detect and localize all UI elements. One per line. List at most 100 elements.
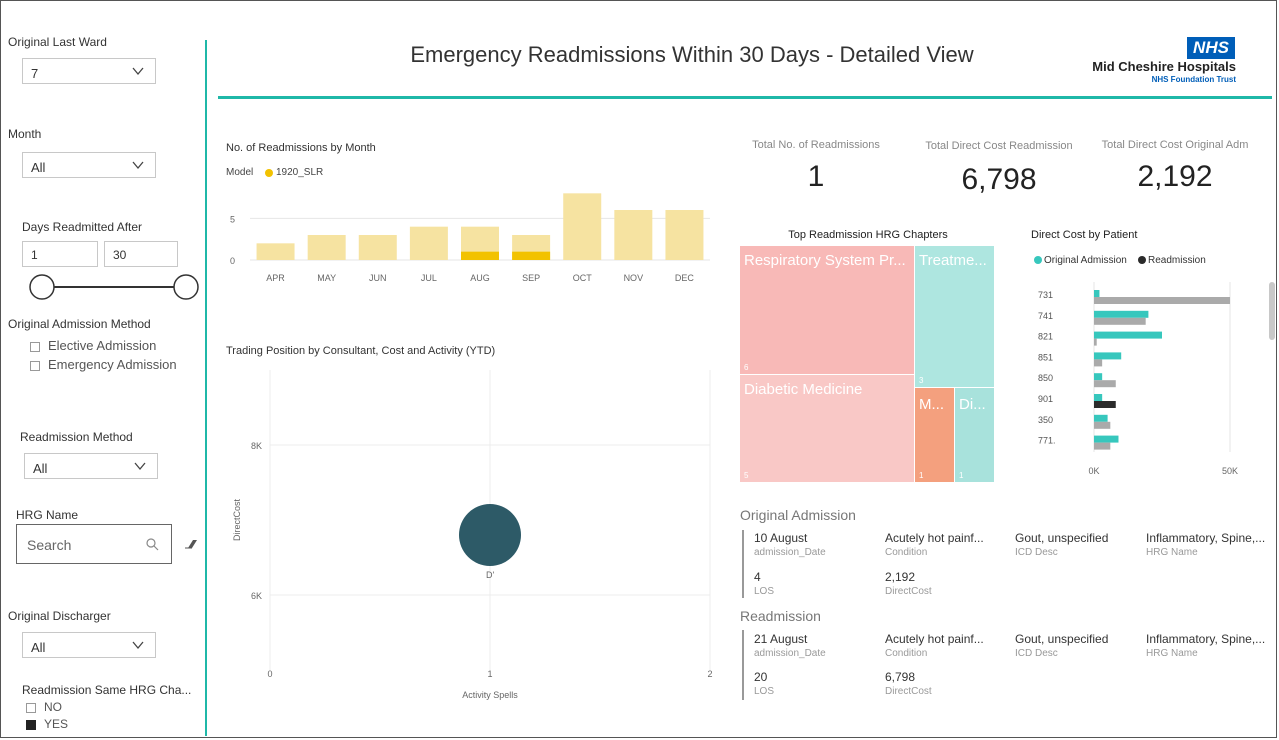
trading-chart-title: Trading Position by Consultant, Cost and…: [226, 345, 496, 357]
days-range-slider[interactable]: [26, 274, 202, 302]
patient-legend-readmission: Readmission: [1148, 255, 1206, 266]
kpi-value-readm-cost: 6,798: [961, 163, 1037, 196]
patient-legend-original: Original Admission: [1044, 255, 1127, 266]
month-dropdown-value: All: [31, 160, 46, 175]
treemap-tile-m[interactable]: M... 1: [915, 388, 954, 482]
bar-original-admission: [1094, 373, 1103, 381]
x-tick-label: JUL: [421, 273, 437, 283]
ward-dropdown[interactable]: 7: [22, 58, 156, 84]
x-tick-label: 50K: [1222, 466, 1238, 476]
header-rule: [218, 96, 1272, 99]
oa-icd-label: ICD Desc: [1015, 547, 1058, 558]
oa-cost-label: DirectCost: [885, 586, 932, 597]
filter-label-readm-method: Readmission Method: [20, 430, 133, 444]
readmission-method-value: All: [33, 461, 48, 476]
bar-original-admission: [1094, 290, 1100, 297]
treemap-title: Top Readmission HRG Chapters: [788, 229, 948, 241]
elective-checkbox[interactable]: [30, 342, 40, 352]
x-tick-label: 0K: [1088, 466, 1099, 476]
filter-label-same-hrg: Readmission Same HRG Cha...: [22, 683, 192, 697]
ra-date-value: 21 August: [754, 632, 808, 646]
bar-readmission: [1094, 442, 1111, 450]
x-tick-label: DEC: [675, 273, 695, 283]
hrg-search-box[interactable]: Search: [16, 524, 172, 564]
oa-condition-value: Acutely hot painf...: [885, 531, 984, 545]
legend-dot-1920: [265, 169, 273, 177]
y-tick-label: 771.: [1038, 436, 1056, 446]
filter-label-adm-method: Original Admission Method: [8, 317, 151, 331]
bar-model: [563, 193, 602, 260]
y-tick-label: 851: [1038, 352, 1053, 362]
bar-readmission: [1094, 421, 1111, 429]
patient-cost-chart: 731 741 821 851 850 901 350 771. 0K 50K: [1038, 282, 1238, 476]
scrollbar-thumb[interactable]: [1269, 282, 1275, 340]
x-tick-label: SEP: [522, 273, 540, 283]
kpi-value-readmissions: 1: [807, 160, 825, 193]
page-title: Emergency Readmissions Within 30 Days - …: [410, 42, 974, 67]
readmission-method-dropdown[interactable]: All: [24, 453, 158, 479]
days-max-input[interactable]: 30: [104, 241, 178, 267]
x-tick-label: AUG: [470, 273, 490, 283]
bar-readmission: [1094, 297, 1230, 304]
bar-original-admission: [1094, 435, 1119, 443]
filter-label-hrg: HRG Name: [16, 508, 79, 522]
bar-original-admission: [1094, 310, 1149, 318]
chevron-down-icon: [132, 67, 144, 76]
bar-model: [307, 235, 346, 260]
treemap-tile-respiratory[interactable]: Respiratory System Pr... 6: [740, 246, 914, 374]
search-icon[interactable]: [145, 537, 159, 551]
emergency-checkbox[interactable]: [30, 361, 40, 371]
bubble-label: D': [486, 570, 494, 580]
monthly-chart-title: No. of Readmissions by Month: [226, 142, 376, 154]
bar-model: [409, 226, 448, 260]
elective-label: Elective Admission: [48, 338, 157, 353]
eraser-icon[interactable]: [184, 538, 198, 550]
oa-icd-value: Gout, unspecified: [1015, 531, 1109, 545]
patient-chart-title: Direct Cost by Patient: [1031, 229, 1138, 241]
x-axis-label: Activity Spells: [462, 690, 518, 700]
same-hrg-yes-checkbox[interactable]: [26, 720, 36, 730]
bar-readmission: [1094, 401, 1116, 408]
trading-bubble-chart: 8K 6K 0 1 2 Activity Spells DirectCost D': [232, 370, 713, 700]
legend-dot-original: [1034, 256, 1042, 264]
bar-model: [614, 210, 653, 260]
oa-los-label: LOS: [754, 586, 775, 597]
bubble-point: [459, 504, 521, 566]
x-tick-label: OCT: [573, 273, 593, 283]
monthly-legend-item: 1920_SLR: [276, 167, 324, 178]
oa-condition-label: Condition: [885, 547, 928, 558]
bar-1920-slr: [512, 251, 551, 260]
oa-cost-value: 2,192: [885, 570, 916, 584]
y-tick-label: 741: [1038, 311, 1053, 321]
filter-label-days: Days Readmitted After: [22, 220, 143, 234]
days-min-input[interactable]: 1: [22, 241, 98, 267]
ra-condition-label: Condition: [885, 648, 928, 659]
y-tick-label: 8K: [251, 441, 262, 451]
hrg-search-input[interactable]: Search: [27, 537, 71, 553]
discharger-dropdown-value: All: [31, 640, 46, 655]
monthly-bar-chart: 5 0 APR MAY JUN JUL AUG SEP OCT NOV DEC: [230, 193, 710, 283]
treemap-tile-treatment[interactable]: Treatme... 3: [915, 246, 994, 387]
legend-dot-readmission: [1138, 256, 1146, 264]
same-hrg-yes-label: YES: [44, 717, 69, 731]
bar-model: [665, 210, 704, 260]
kpi-title-readm-cost: Total Direct Cost Readmission: [925, 140, 1073, 152]
ward-dropdown-value: 7: [31, 66, 39, 81]
y-tick-label: 5: [230, 214, 235, 224]
month-dropdown[interactable]: All: [22, 152, 156, 178]
x-tick-label: 0: [267, 669, 272, 679]
bar-original-admission: [1094, 414, 1108, 422]
discharger-dropdown[interactable]: All: [22, 632, 156, 658]
ra-condition-value: Acutely hot painf...: [885, 632, 984, 646]
bar-1920-slr: [461, 251, 499, 260]
pane-divider: [205, 40, 207, 736]
oa-date-value: 10 August: [754, 531, 808, 545]
slider-handle-max: [173, 274, 199, 300]
kpi-title-orig-cost: Total Direct Cost Original Adm: [1101, 139, 1249, 151]
oa-hrg-value: Inflammatory, Spine,...: [1146, 531, 1266, 545]
x-tick-label: MAY: [317, 273, 336, 283]
y-tick-label: 6K: [251, 591, 262, 601]
treemap-tile-di[interactable]: Di... 1: [955, 388, 994, 482]
treemap-tile-diabetic[interactable]: Diabetic Medicine 5: [740, 375, 914, 482]
same-hrg-no-checkbox[interactable]: [26, 703, 36, 713]
